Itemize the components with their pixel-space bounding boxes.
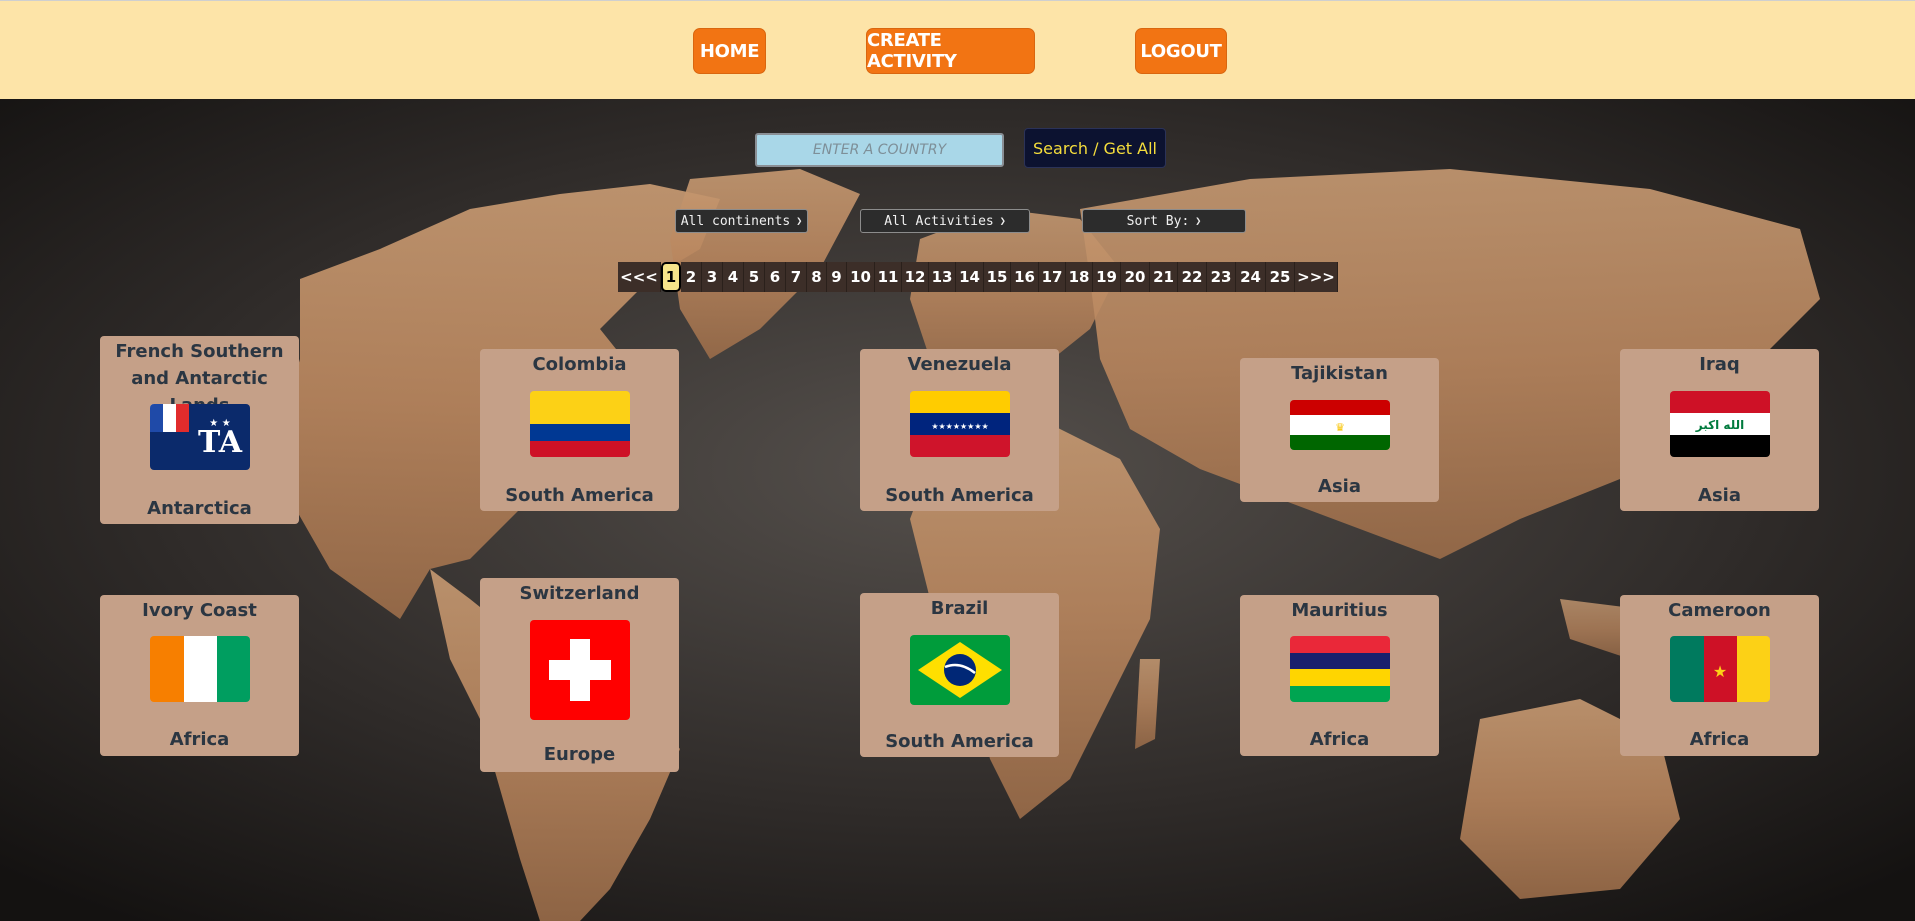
- page-button-7[interactable]: 7: [786, 262, 807, 292]
- page-button-6[interactable]: 6: [765, 262, 786, 292]
- flag-venezuela-icon: ★★★★★★★★: [910, 391, 1010, 457]
- country-continent: Antarctica: [147, 498, 252, 519]
- page-button-16[interactable]: 16: [1011, 262, 1039, 292]
- country-name: Brazil: [930, 598, 989, 619]
- svg-text:★★★★★★★★: ★★★★★★★★: [931, 422, 988, 431]
- svg-text:TA: TA: [198, 425, 243, 460]
- page-button-24[interactable]: 24: [1236, 262, 1266, 292]
- country-name: Mauritius: [1291, 600, 1388, 621]
- country-card[interactable]: French Southern and Antarctic Lands TA ★…: [100, 336, 299, 524]
- flag-iraq-icon: الله اكبر: [1670, 391, 1770, 457]
- sort-select[interactable]: Sort By: ❯: [1082, 209, 1246, 233]
- country-card[interactable]: Brazil South America: [860, 593, 1059, 757]
- svg-text:♛: ♛: [1335, 421, 1345, 434]
- svg-text:★: ★: [1713, 662, 1727, 681]
- flag-cameroon-icon: ★: [1670, 636, 1770, 702]
- search-input[interactable]: [755, 133, 1004, 167]
- chevron-down-icon: ❯: [999, 215, 1006, 227]
- page-button-2[interactable]: 2: [681, 262, 702, 292]
- flag-ivory-coast-icon: [150, 636, 250, 702]
- continent-select[interactable]: All continents ❯: [675, 209, 808, 233]
- country-name: Venezuela: [907, 354, 1012, 375]
- country-continent: Asia: [1318, 476, 1361, 497]
- page-button-5[interactable]: 5: [744, 262, 765, 292]
- country-continent: Africa: [1689, 729, 1750, 750]
- chevron-down-icon: ❯: [1195, 215, 1202, 227]
- page-button-19[interactable]: 19: [1093, 262, 1121, 292]
- logout-button[interactable]: LOGOUT: [1135, 28, 1227, 74]
- continent-select-value: All continents: [680, 213, 791, 229]
- country-card[interactable]: Cameroon ★ Africa: [1620, 595, 1819, 756]
- page-button-12[interactable]: 12: [902, 262, 929, 292]
- activity-select[interactable]: All Activities ❯: [860, 209, 1030, 233]
- country-card[interactable]: Iraq الله اكبر Asia: [1620, 349, 1819, 511]
- page-button-18[interactable]: 18: [1066, 262, 1093, 292]
- flag-colombia-icon: [530, 391, 630, 457]
- page-button-13[interactable]: 13: [929, 262, 956, 292]
- create-activity-button[interactable]: CREATE ACTIVITY: [866, 28, 1035, 74]
- country-continent: South America: [885, 731, 1034, 752]
- svg-text:الله اكبر: الله اكبر: [1695, 418, 1744, 432]
- flag-tajikistan-icon: ♛: [1290, 400, 1390, 450]
- search-button[interactable]: Search / Get All: [1024, 128, 1166, 168]
- country-card[interactable]: Ivory Coast Africa: [100, 595, 299, 756]
- country-continent: Africa: [1309, 729, 1370, 750]
- country-name: Cameroon: [1668, 600, 1771, 621]
- country-card[interactable]: Colombia South America: [480, 349, 679, 511]
- flag-switzerland-icon: [530, 620, 630, 720]
- flag-mauritius-icon: [1290, 636, 1390, 702]
- country-name: Iraq: [1699, 354, 1740, 375]
- page-button-22[interactable]: 22: [1178, 262, 1207, 292]
- page-button-15[interactable]: 15: [984, 262, 1011, 292]
- country-card[interactable]: Venezuela ★★★★★★★★ South America: [860, 349, 1059, 511]
- page-button-10[interactable]: 10: [847, 262, 875, 292]
- country-name: Ivory Coast: [142, 600, 257, 621]
- page-button-21[interactable]: 21: [1150, 262, 1178, 292]
- top-navbar: HOME CREATE ACTIVITY LOGOUT: [0, 0, 1915, 99]
- country-continent: Europe: [543, 744, 616, 765]
- page-button-1[interactable]: 1: [661, 262, 681, 292]
- country-continent: Asia: [1698, 485, 1741, 506]
- country-continent: Africa: [169, 729, 230, 750]
- country-continent: South America: [885, 485, 1034, 506]
- prev-page-button[interactable]: <<<: [618, 262, 661, 292]
- page-button-25[interactable]: 25: [1266, 262, 1295, 292]
- page-button-20[interactable]: 20: [1121, 262, 1150, 292]
- page-button-23[interactable]: 23: [1207, 262, 1236, 292]
- pagination: <<< 1 2 3 4 5 6 7 8 9 10 11 12 13 14 15 …: [618, 262, 1338, 292]
- flag-brazil-icon: [910, 635, 1010, 705]
- country-name: Tajikistan: [1291, 363, 1388, 384]
- page-button-14[interactable]: 14: [956, 262, 984, 292]
- page-button-8[interactable]: 8: [807, 262, 827, 292]
- activity-select-value: All Activities: [884, 213, 994, 229]
- country-card[interactable]: Switzerland Europe: [480, 578, 679, 772]
- chevron-down-icon: ❯: [796, 215, 803, 227]
- page-button-4[interactable]: 4: [723, 262, 744, 292]
- country-continent: South America: [505, 485, 654, 506]
- page-button-3[interactable]: 3: [702, 262, 723, 292]
- home-button[interactable]: HOME: [693, 28, 766, 74]
- country-name: Colombia: [532, 354, 627, 375]
- country-card[interactable]: Mauritius Africa: [1240, 595, 1439, 756]
- svg-text:★ ★: ★ ★: [209, 418, 230, 429]
- page-button-11[interactable]: 11: [875, 262, 902, 292]
- flag-french-southern-icon: TA ★ ★: [150, 404, 250, 470]
- next-page-button[interactable]: >>>: [1295, 262, 1338, 292]
- country-card[interactable]: Tajikistan ♛ Asia: [1240, 358, 1439, 502]
- sort-select-value: Sort By:: [1126, 213, 1190, 229]
- page-button-9[interactable]: 9: [827, 262, 847, 292]
- country-name: Switzerland: [519, 583, 640, 604]
- page-button-17[interactable]: 17: [1039, 262, 1066, 292]
